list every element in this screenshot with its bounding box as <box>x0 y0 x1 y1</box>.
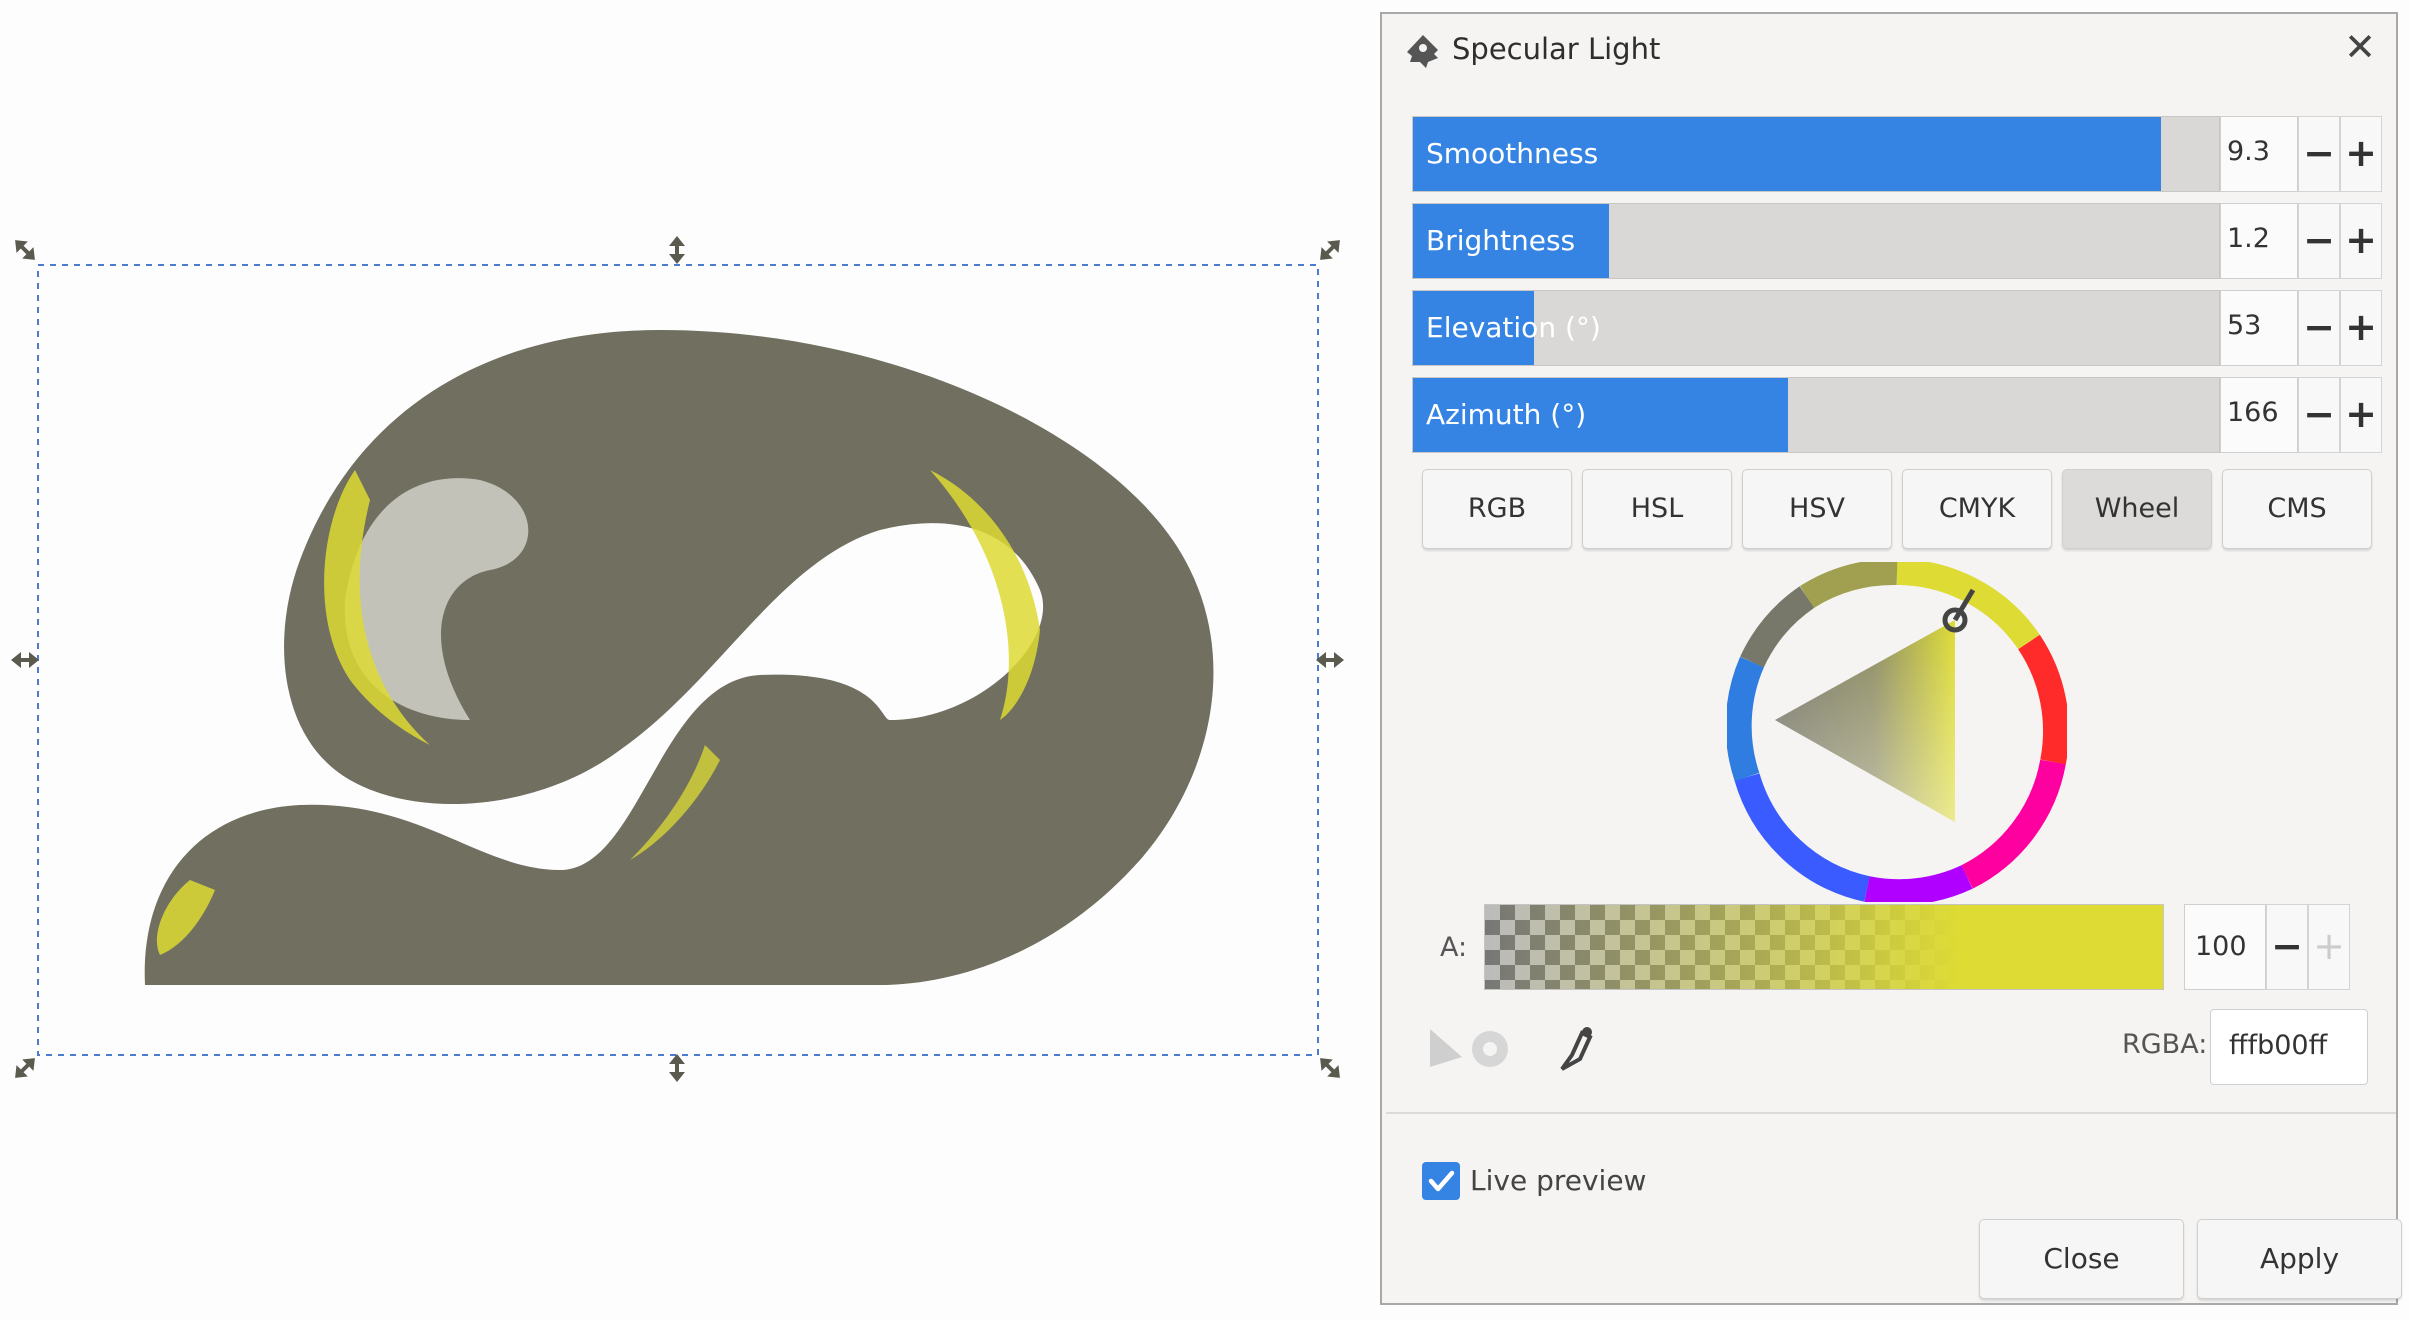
slider-label: Brightness <box>1426 224 1576 257</box>
decrement-button[interactable]: − <box>2298 203 2340 279</box>
tab-cms[interactable]: CMS <box>2222 469 2372 549</box>
dialog-title: Specular Light <box>1452 32 1661 66</box>
alpha-label: A: <box>1440 932 1468 963</box>
rgba-field[interactable]: fffb00ff <box>2210 1009 2368 1085</box>
triangle-picker-icon[interactable] <box>1430 1029 1462 1067</box>
inkscape-logo-icon <box>1407 35 1438 68</box>
handle-left <box>11 652 39 668</box>
tab-hsl[interactable]: HSL <box>1582 469 1732 549</box>
alpha-slider[interactable] <box>1484 904 2164 990</box>
canvas-drawing <box>11 236 1344 1082</box>
handle-top-left <box>15 240 35 260</box>
slider-label: Elevation (°) <box>1426 311 1601 344</box>
alpha-value[interactable]: 100 <box>2184 904 2266 990</box>
close-icon[interactable]: ✕ <box>2344 28 2376 66</box>
azimuth-value[interactable]: 166 <box>2220 377 2298 453</box>
close-button[interactable]: Close <box>1979 1219 2184 1299</box>
drawing-canvas[interactable] <box>0 0 1380 1319</box>
handle-bottom-left <box>15 1058 35 1078</box>
specular-light-dialog: Specular Light ✕ Smoothness 9.3 − + Brig… <box>1380 12 2402 1305</box>
handle-bottom-right <box>1320 1058 1340 1078</box>
slider-azimuth[interactable]: Azimuth (°) 166 − + <box>1412 377 2392 453</box>
slider-label: Smoothness <box>1426 137 1599 170</box>
handle-top-right <box>1320 240 1340 260</box>
slider-track[interactable]: Azimuth (°) <box>1412 377 2220 453</box>
color-wheel[interactable] <box>1727 562 2067 902</box>
apply-button[interactable]: Apply <box>2197 1219 2402 1299</box>
dialog-titlebar: Specular Light ✕ <box>1382 14 2396 86</box>
ring-picker-icon[interactable] <box>1472 1031 1508 1067</box>
increment-button[interactable]: + <box>2340 290 2382 366</box>
alpha-decrement-button[interactable]: − <box>2266 904 2308 990</box>
slider-brightness[interactable]: Brightness 1.2 − + <box>1412 203 2392 279</box>
live-preview-label[interactable]: Live preview <box>1470 1164 1646 1197</box>
decrement-button[interactable]: − <box>2298 377 2340 453</box>
checkmark-icon <box>1428 1170 1455 1192</box>
smoothness-value[interactable]: 9.3 <box>2220 116 2298 192</box>
wave-shape[interactable] <box>144 330 1214 985</box>
handle-right <box>1316 652 1344 668</box>
eyedropper-icon[interactable] <box>1560 1027 1593 1071</box>
handle-top <box>669 236 685 264</box>
color-mode-tabs: RGB HSL HSV CMYK Wheel CMS <box>1422 469 2372 549</box>
handle-bottom <box>669 1054 685 1082</box>
slider-smoothness[interactable]: Smoothness 9.3 − + <box>1412 116 2392 192</box>
slider-elevation[interactable]: Elevation (°) 53 − + <box>1412 290 2392 366</box>
increment-button[interactable]: + <box>2340 203 2382 279</box>
elevation-value[interactable]: 53 <box>2220 290 2298 366</box>
decrement-button[interactable]: − <box>2298 290 2340 366</box>
slider-track[interactable]: Smoothness <box>1412 116 2220 192</box>
brightness-value[interactable]: 1.2 <box>2220 203 2298 279</box>
slider-track[interactable]: Brightness <box>1412 203 2220 279</box>
alpha-increment-button[interactable]: + <box>2308 904 2350 990</box>
increment-button[interactable]: + <box>2340 377 2382 453</box>
slider-track[interactable]: Elevation (°) <box>1412 290 2220 366</box>
slider-label: Azimuth (°) <box>1426 398 1587 431</box>
tab-wheel[interactable]: Wheel <box>2062 469 2212 549</box>
live-preview-checkbox[interactable] <box>1422 1162 1460 1200</box>
picker-tools <box>1430 1027 1593 1071</box>
tab-hsv[interactable]: HSV <box>1742 469 1892 549</box>
increment-button[interactable]: + <box>2340 116 2382 192</box>
tab-rgb[interactable]: RGB <box>1422 469 1572 549</box>
decrement-button[interactable]: − <box>2298 116 2340 192</box>
tab-cmyk[interactable]: CMYK <box>1902 469 2052 549</box>
rgba-label: RGBA: <box>2122 1029 2208 1060</box>
divider <box>1386 1112 2396 1114</box>
